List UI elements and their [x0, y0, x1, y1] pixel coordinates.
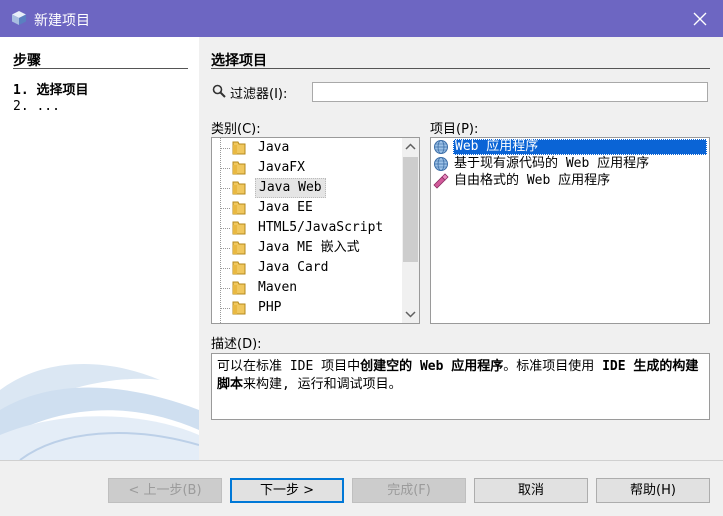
footer-divider — [0, 460, 723, 461]
category-label: PHP — [258, 300, 282, 315]
description-part: 。标准项目使用 — [503, 359, 603, 374]
project-item[interactable]: 自由格式的 Web 应用程序 — [432, 173, 708, 189]
category-item[interactable]: Java — [212, 138, 392, 158]
tree-branch-line — [220, 308, 230, 309]
categories-scrollbar[interactable] — [402, 138, 419, 323]
step-label: 选择项目 — [36, 83, 89, 98]
tree-branch-line — [220, 268, 230, 269]
page-title: 选择项目 — [211, 53, 267, 69]
description-text: 可以在标准 IDE 项目中创建空的 Web 应用程序。标准项目使用 IDE 生成… — [211, 353, 710, 420]
close-icon — [693, 12, 707, 26]
category-label: JavaFX — [258, 160, 305, 175]
cancel-button[interactable]: 取消 — [474, 478, 588, 503]
category-item[interactable]: PHP — [212, 298, 392, 318]
folder-icon — [232, 241, 246, 255]
categories-label: 类别(C): — [211, 122, 261, 137]
category-label: Java Card — [258, 260, 329, 275]
category-item[interactable]: Java ME 嵌入式 — [212, 238, 392, 258]
tree-branch-line — [220, 148, 230, 149]
category-label: Java EE — [258, 200, 313, 215]
tree-branch-line — [220, 248, 230, 249]
category-item[interactable]: Maven — [212, 278, 392, 298]
category-label: Java ME 嵌入式 — [258, 240, 360, 255]
folder-icon — [232, 261, 246, 275]
folder-icon — [232, 201, 246, 215]
scroll-thumb[interactable] — [403, 157, 418, 262]
description-part: 来构建, 运行和调试项目。 — [243, 377, 402, 392]
folder-icon — [232, 181, 246, 195]
tree-branch-line — [220, 168, 230, 169]
category-label: HTML5/JavaScript — [258, 220, 384, 235]
step-item-1: 1. 选择项目 — [13, 79, 89, 98]
description-part: 可以在标准 IDE 项目中 — [217, 359, 361, 374]
folder-icon — [232, 141, 246, 155]
back-button[interactable]: < 上一步(B) — [108, 478, 222, 503]
tree-branch-line — [220, 188, 230, 189]
folder-icon — [232, 221, 246, 235]
description-bold: 创建空的 Web 应用程序 — [360, 359, 504, 374]
close-button[interactable] — [677, 0, 723, 37]
category-item[interactable]: Java Card — [212, 258, 392, 278]
step-item-2: 2. ... — [13, 99, 60, 114]
category-label: Java Web — [255, 178, 326, 198]
projects-label: 项目(P): — [430, 122, 479, 137]
tree-branch-line — [220, 208, 230, 209]
scroll-down-icon[interactable] — [402, 306, 419, 323]
netbeans-cube-icon — [12, 11, 26, 25]
finish-button[interactable]: 完成(F) — [352, 478, 466, 503]
filter-input[interactable] — [312, 82, 708, 102]
globe-icon — [434, 140, 448, 154]
main-panel: 选择项目 过滤器(I): 类别(C): 项目(P): Java JavaFX Jav… — [199, 37, 723, 460]
category-item[interactable]: Java EE — [212, 198, 392, 218]
project-label: Web 应用程序 — [453, 139, 707, 155]
title-divider — [211, 68, 710, 69]
window-title: 新建项目 — [34, 13, 90, 29]
filter-label: 过滤器(I): — [230, 87, 288, 102]
steps-title: 步骤 — [13, 53, 41, 69]
projects-list[interactable]: Web 应用程序 基于现有源代码的 Web 应用程序 自由格式的 Web 应用程序 — [430, 137, 710, 324]
categories-tree[interactable]: Java JavaFX Java Web Java EE HTML5/JavaScrip… — [211, 137, 420, 324]
freeform-icon — [433, 173, 449, 189]
project-item[interactable]: 基于现有源代码的 Web 应用程序 — [432, 156, 708, 172]
steps-divider — [13, 68, 188, 69]
tree-branch-line — [220, 288, 230, 289]
project-label: 自由格式的 Web 应用程序 — [454, 173, 611, 188]
tree-branch-line — [220, 228, 230, 229]
folder-icon — [232, 281, 246, 295]
title-bar: 新建项目 — [0, 0, 723, 37]
folder-icon — [232, 161, 246, 175]
project-item[interactable]: Web 应用程序 — [432, 139, 708, 155]
category-item[interactable]: HTML5/JavaScript — [212, 218, 392, 238]
help-button[interactable]: 帮助(H) — [596, 478, 710, 503]
category-label: Maven — [258, 280, 298, 295]
category-item[interactable]: JavaFX — [212, 158, 392, 178]
search-icon — [212, 84, 226, 98]
step-label: ... — [36, 99, 60, 114]
decorative-swirl-graphic — [0, 363, 199, 460]
steps-panel: 步骤 1. 选择项目 2. ... — [0, 37, 199, 460]
folder-icon — [232, 301, 246, 315]
globe-icon — [434, 157, 448, 171]
category-label: Java — [258, 140, 290, 155]
project-label: 基于现有源代码的 Web 应用程序 — [454, 156, 650, 171]
step-number: 2. — [13, 99, 29, 114]
scroll-up-icon[interactable] — [402, 138, 419, 155]
next-button[interactable]: 下一步 > — [230, 478, 344, 503]
category-item[interactable]: Java Web — [212, 178, 392, 198]
description-label: 描述(D): — [211, 337, 262, 352]
step-number: 1. — [13, 83, 29, 98]
